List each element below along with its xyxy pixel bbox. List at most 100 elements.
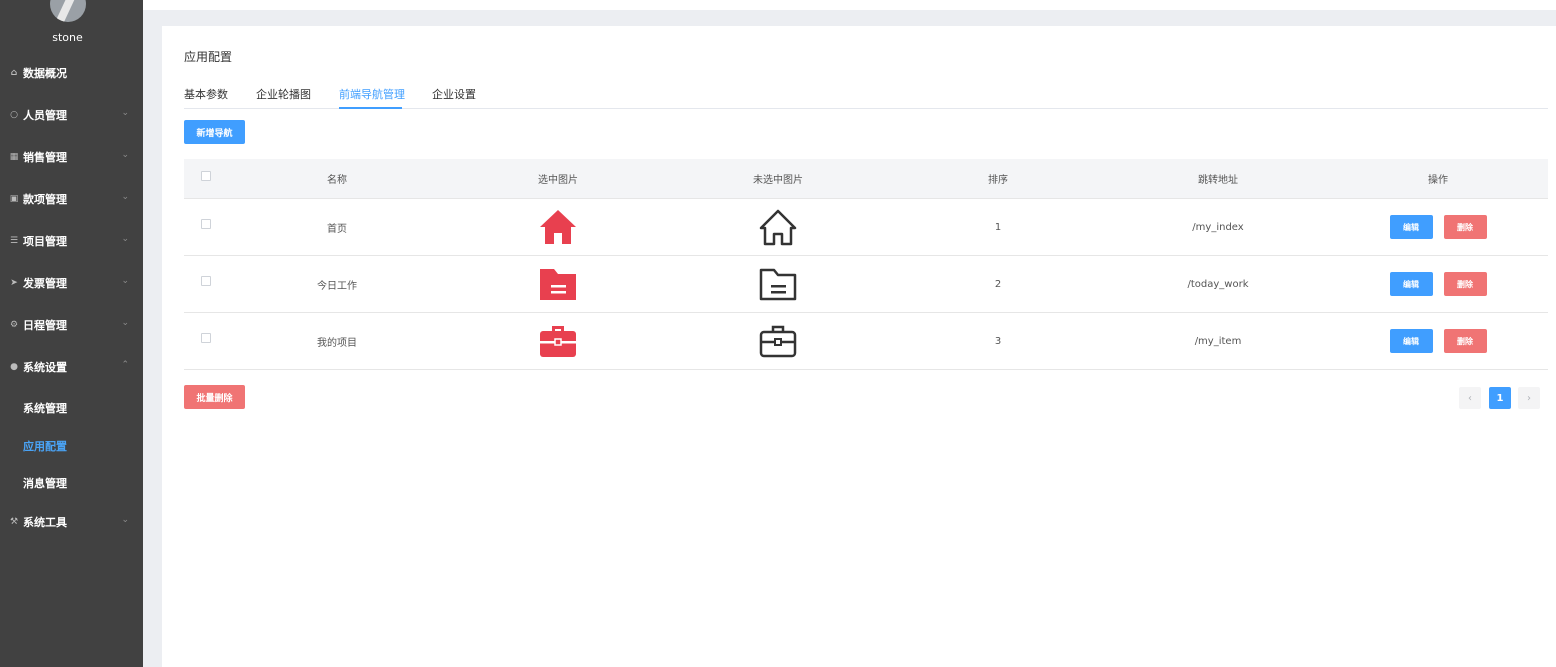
sidebar-item-sales[interactable]: ▦ 销售管理 ⌄ bbox=[0, 147, 143, 167]
row-name: 今日工作 bbox=[317, 280, 357, 292]
gear-icon: ⚙ bbox=[9, 320, 19, 330]
sidebar-item-label: 系统设置 bbox=[23, 361, 67, 374]
chevron-down-icon: ⌄ bbox=[121, 150, 129, 160]
edit-button[interactable]: 编辑 bbox=[1389, 329, 1433, 353]
sidebar-item-schedule[interactable]: ⚙ 日程管理 ⌄ bbox=[0, 315, 143, 335]
tab-basic-params[interactable]: 基本参数 bbox=[184, 86, 228, 102]
chevron-down-icon: ⌄ bbox=[121, 318, 129, 328]
unselected-image bbox=[728, 256, 828, 312]
column-header-url: 跳转地址 bbox=[1198, 175, 1238, 186]
tab-bar: 基本参数 企业轮播图 前端导航管理 企业设置 bbox=[184, 82, 1548, 109]
avatar[interactable] bbox=[50, 0, 86, 22]
selected-image bbox=[508, 313, 608, 369]
column-header-name: 名称 bbox=[327, 175, 347, 186]
unselected-image bbox=[728, 313, 828, 369]
edit-button[interactable]: 编辑 bbox=[1389, 272, 1433, 296]
batch-delete-button[interactable]: 批量删除 bbox=[184, 385, 245, 409]
content-background bbox=[143, 10, 1556, 26]
column-header-unselected-image: 未选中图片 bbox=[753, 175, 803, 186]
send-icon: ➤ bbox=[10, 278, 18, 288]
sidebar-item-label: 数据概况 bbox=[23, 67, 67, 80]
sidebar: stone ⌂ 数据概况 ○ 人员管理 ⌄ ▦ 销售管理 ⌄ ▣ 款项管理 ⌄ … bbox=[0, 0, 143, 667]
user-icon: ○ bbox=[10, 110, 18, 120]
folder-icon bbox=[759, 268, 797, 301]
add-nav-button[interactable]: 新增导航 bbox=[184, 120, 245, 144]
tab-frontend-nav[interactable]: 前端导航管理 bbox=[339, 86, 405, 102]
table-row: 今日工作 2 /today_work 编辑 删除 bbox=[184, 256, 1548, 313]
active-tab-indicator bbox=[339, 107, 402, 109]
column-header-sort: 排序 bbox=[988, 175, 1008, 186]
sidebar-item-label: 销售管理 bbox=[23, 151, 67, 164]
sidebar-item-label: 日程管理 bbox=[23, 319, 67, 332]
delete-button[interactable]: 删除 bbox=[1443, 215, 1487, 239]
row-checkbox[interactable] bbox=[201, 333, 211, 343]
sidebar-item-label: 人员管理 bbox=[23, 109, 67, 122]
sidebar-item-label: 发票管理 bbox=[23, 277, 67, 290]
sidebar-item-payments[interactable]: ▣ 款项管理 ⌄ bbox=[0, 189, 143, 209]
chevron-down-icon: ⌄ bbox=[121, 234, 129, 244]
page-title: 应用配置 bbox=[184, 50, 233, 64]
home-icon: ⌂ bbox=[10, 68, 18, 78]
sidebar-item-label: 项目管理 bbox=[23, 235, 67, 248]
table-row: 首页 1 /my_index 编辑 删除 bbox=[184, 199, 1548, 256]
tab-carousel[interactable]: 企业轮播图 bbox=[256, 86, 311, 102]
row-checkbox[interactable] bbox=[201, 219, 211, 229]
content-gutter bbox=[143, 10, 162, 667]
home-icon bbox=[540, 210, 576, 244]
username: stone bbox=[52, 31, 83, 44]
row-sort: 1 bbox=[994, 221, 1002, 233]
sidebar-item-projects[interactable]: ☰ 项目管理 ⌄ bbox=[0, 231, 143, 251]
edit-button[interactable]: 编辑 bbox=[1389, 215, 1433, 239]
sidebar-item-label: 系统工具 bbox=[23, 516, 67, 529]
row-actions: 编辑 删除 bbox=[1388, 199, 1488, 255]
row-name: 首页 bbox=[327, 223, 347, 235]
users-icon: ● bbox=[10, 362, 18, 372]
sidebar-subitem-messages[interactable]: 消息管理 bbox=[23, 475, 67, 491]
chevron-down-icon: ⌄ bbox=[121, 192, 129, 202]
folder-icon bbox=[540, 269, 576, 300]
sidebar-item-personnel[interactable]: ○ 人员管理 ⌄ bbox=[0, 105, 143, 125]
table-row: 我的项目 3 /my_item 编辑 删除 bbox=[184, 313, 1548, 370]
sidebar-item-label: 款项管理 bbox=[23, 193, 67, 206]
column-header-selected-image: 选中图片 bbox=[538, 175, 578, 186]
briefcase-icon bbox=[759, 325, 797, 358]
cart-icon: ▦ bbox=[9, 152, 19, 162]
main-card: 应用配置 基本参数 企业轮播图 前端导航管理 企业设置 新增导航 名称 选中图片… bbox=[162, 26, 1556, 667]
row-actions: 编辑 删除 bbox=[1388, 256, 1488, 312]
row-name: 我的项目 bbox=[317, 337, 357, 349]
chevron-down-icon: ⌄ bbox=[121, 108, 129, 118]
wrench-icon: ⚒ bbox=[9, 517, 19, 527]
pagination-page-current[interactable]: 1 bbox=[1489, 387, 1511, 409]
selected-image bbox=[508, 256, 608, 312]
sidebar-item-overview[interactable]: ⌂ 数据概况 bbox=[0, 63, 143, 83]
row-url: /today_work bbox=[1187, 278, 1249, 290]
database-icon: ☰ bbox=[9, 236, 19, 246]
sidebar-item-invoices[interactable]: ➤ 发票管理 ⌄ bbox=[0, 273, 143, 293]
pagination-next-button[interactable]: › bbox=[1518, 387, 1540, 409]
briefcase-icon bbox=[540, 326, 576, 357]
row-sort: 3 bbox=[994, 335, 1002, 347]
home-icon bbox=[759, 209, 797, 246]
row-checkbox[interactable] bbox=[201, 276, 211, 286]
column-header-actions: 操作 bbox=[1428, 175, 1448, 186]
top-bar bbox=[143, 0, 1556, 10]
pagination-prev-button[interactable]: ‹ bbox=[1459, 387, 1481, 409]
select-all-checkbox[interactable] bbox=[201, 171, 211, 181]
sidebar-item-settings[interactable]: ● 系统设置 ⌃ bbox=[0, 357, 143, 377]
chevron-down-icon: ⌄ bbox=[121, 276, 129, 286]
unselected-image bbox=[728, 199, 828, 255]
sidebar-item-tools[interactable]: ⚒ 系统工具 ⌄ bbox=[0, 512, 143, 532]
row-actions: 编辑 删除 bbox=[1388, 313, 1488, 369]
money-icon: ▣ bbox=[9, 194, 19, 204]
chevron-down-icon: ⌄ bbox=[121, 515, 129, 525]
delete-button[interactable]: 删除 bbox=[1443, 329, 1487, 353]
tab-company-settings[interactable]: 企业设置 bbox=[432, 86, 476, 102]
sidebar-subitem-app-config[interactable]: 应用配置 bbox=[23, 438, 67, 454]
row-url: /my_index bbox=[1192, 221, 1244, 233]
chevron-up-icon: ⌃ bbox=[121, 360, 129, 370]
selected-image bbox=[508, 199, 608, 255]
table-header: 名称 选中图片 未选中图片 排序 跳转地址 操作 bbox=[184, 159, 1548, 199]
delete-button[interactable]: 删除 bbox=[1443, 272, 1487, 296]
sidebar-subitem-system[interactable]: 系统管理 bbox=[23, 400, 67, 416]
row-url: /my_item bbox=[1194, 335, 1242, 347]
